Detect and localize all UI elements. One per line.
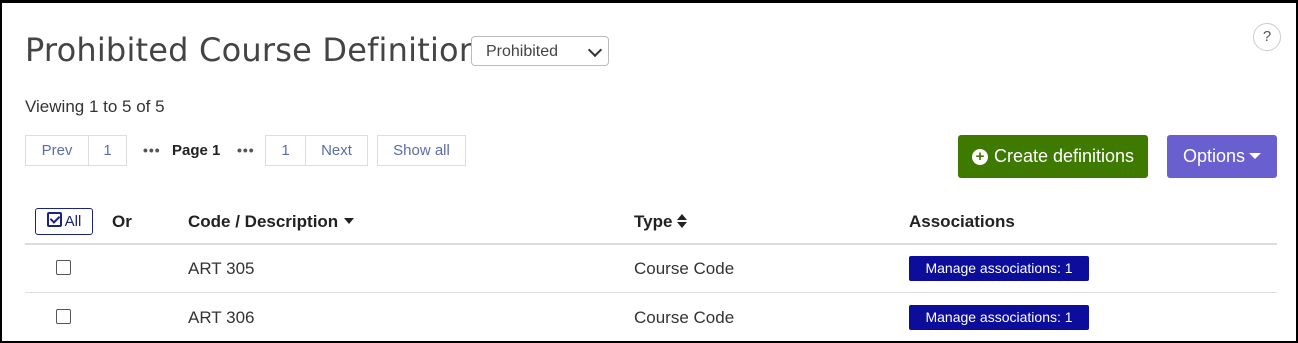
column-header-type[interactable]: Type (634, 212, 688, 232)
checkbox-checked-icon (46, 212, 62, 227)
page-frame: Prohibited Course Definitions Prohibited… (0, 0, 1298, 343)
help-button[interactable]: ? (1253, 23, 1281, 51)
row-checkbox[interactable] (56, 260, 71, 275)
create-definitions-button[interactable]: + Create definitions (958, 135, 1148, 178)
type-filter-selected-value: Prohibited (486, 43, 559, 60)
column-header-code-label: Code / Description (188, 212, 339, 231)
options-button[interactable]: Options (1167, 135, 1277, 178)
table-header-divider (25, 243, 1277, 245)
sort-icon (677, 214, 688, 228)
plus-circle-icon: + (971, 149, 988, 165)
row-code: ART 306 (188, 308, 255, 327)
select-all-label: All (64, 213, 82, 230)
row-divider (25, 292, 1277, 293)
row-type: Course Code (634, 259, 735, 278)
last-page-button[interactable]: 1 (265, 135, 306, 166)
viewing-count: Viewing 1 to 5 of 5 (25, 97, 165, 116)
create-definitions-label: Create definitions (993, 146, 1135, 166)
prev-page-button[interactable]: Prev (25, 135, 89, 166)
chevron-down-icon (587, 42, 603, 58)
sort-down-icon (344, 218, 355, 224)
manage-associations-button[interactable]: Manage associations: 1 (909, 256, 1089, 281)
caret-down-icon (1249, 153, 1262, 159)
row-checkbox[interactable] (56, 309, 71, 324)
options-label: Options (1182, 146, 1246, 166)
row-code: ART 305 (188, 259, 255, 278)
current-page-label: Page 1 (172, 142, 221, 159)
column-header-code[interactable]: Code / Description (188, 212, 355, 232)
show-all-button[interactable]: Show all (377, 135, 466, 166)
manage-associations-button[interactable]: Manage associations: 1 (909, 305, 1089, 330)
type-filter-select[interactable]: Prohibited (471, 36, 609, 66)
pagination-ellipsis-right: ••• (237, 142, 255, 158)
pagination-ellipsis-left: ••• (143, 142, 161, 158)
row-type: Course Code (634, 308, 735, 327)
page-title: Prohibited Course Definitions (25, 31, 497, 69)
next-page-button[interactable]: Next (305, 135, 368, 166)
column-header-type-label: Type (634, 212, 673, 231)
first-page-button[interactable]: 1 (88, 135, 127, 166)
column-header-associations: Associations (909, 212, 1015, 231)
column-header-or: Or (112, 212, 132, 231)
select-all-button[interactable]: All (35, 208, 93, 235)
